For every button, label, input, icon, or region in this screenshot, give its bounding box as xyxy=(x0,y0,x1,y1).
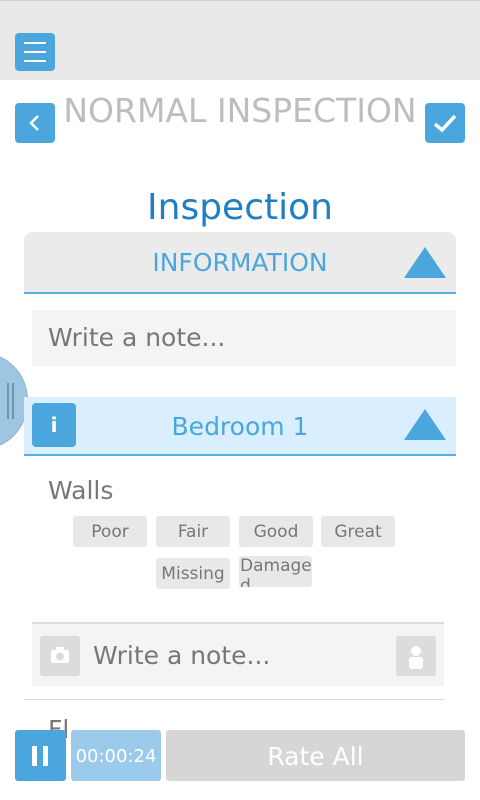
hamburger-menu-icon-line xyxy=(24,51,46,53)
collapse-triangle-icon[interactable] xyxy=(404,409,446,440)
top-bar xyxy=(0,0,480,80)
grip-line xyxy=(7,383,9,419)
camera-button[interactable] xyxy=(40,636,80,676)
rating-fair-button[interactable]: Fair xyxy=(156,516,230,547)
information-section-header[interactable]: INFORMATION xyxy=(24,232,456,294)
information-note-input[interactable]: Write a note... xyxy=(32,310,456,366)
hamburger-menu-icon-line xyxy=(24,60,46,62)
note-placeholder: Write a note... xyxy=(48,323,226,352)
item-name: Walls xyxy=(48,476,114,505)
menu-button[interactable] xyxy=(15,33,55,71)
user-icon xyxy=(409,646,423,669)
room-section-header[interactable]: i Bedroom 1 xyxy=(24,397,456,456)
checkmark-icon xyxy=(433,114,457,133)
item-note-input[interactable]: Write a note... xyxy=(32,622,444,686)
page-title: NORMAL INSPECTION xyxy=(63,91,417,130)
camera-icon xyxy=(51,647,69,663)
rating-damaged-button[interactable]: Damaged xyxy=(239,556,312,587)
pause-icon xyxy=(32,746,37,766)
hamburger-menu-icon xyxy=(24,42,46,44)
rating-good-button[interactable]: Good xyxy=(239,516,313,547)
rate-all-button[interactable]: Rate All xyxy=(166,730,465,781)
rating-missing-button[interactable]: Missing xyxy=(156,558,230,589)
confirm-button[interactable] xyxy=(425,103,465,143)
information-section-label: INFORMATION xyxy=(152,248,328,277)
room-section-label: Bedroom 1 xyxy=(171,412,309,441)
rating-great-button[interactable]: Great xyxy=(321,516,395,547)
divider xyxy=(24,699,444,700)
collapse-triangle-icon[interactable] xyxy=(404,247,446,278)
page-subtitle: Inspection xyxy=(147,187,333,228)
pause-icon-bar xyxy=(43,746,48,766)
rating-poor-button[interactable]: Poor xyxy=(73,516,147,547)
timer-display: 00:00:24 xyxy=(71,730,161,781)
note-placeholder: Write a note... xyxy=(93,641,271,670)
assign-user-button[interactable] xyxy=(396,636,436,676)
grip-line xyxy=(12,383,14,419)
pause-button[interactable] xyxy=(15,730,66,781)
